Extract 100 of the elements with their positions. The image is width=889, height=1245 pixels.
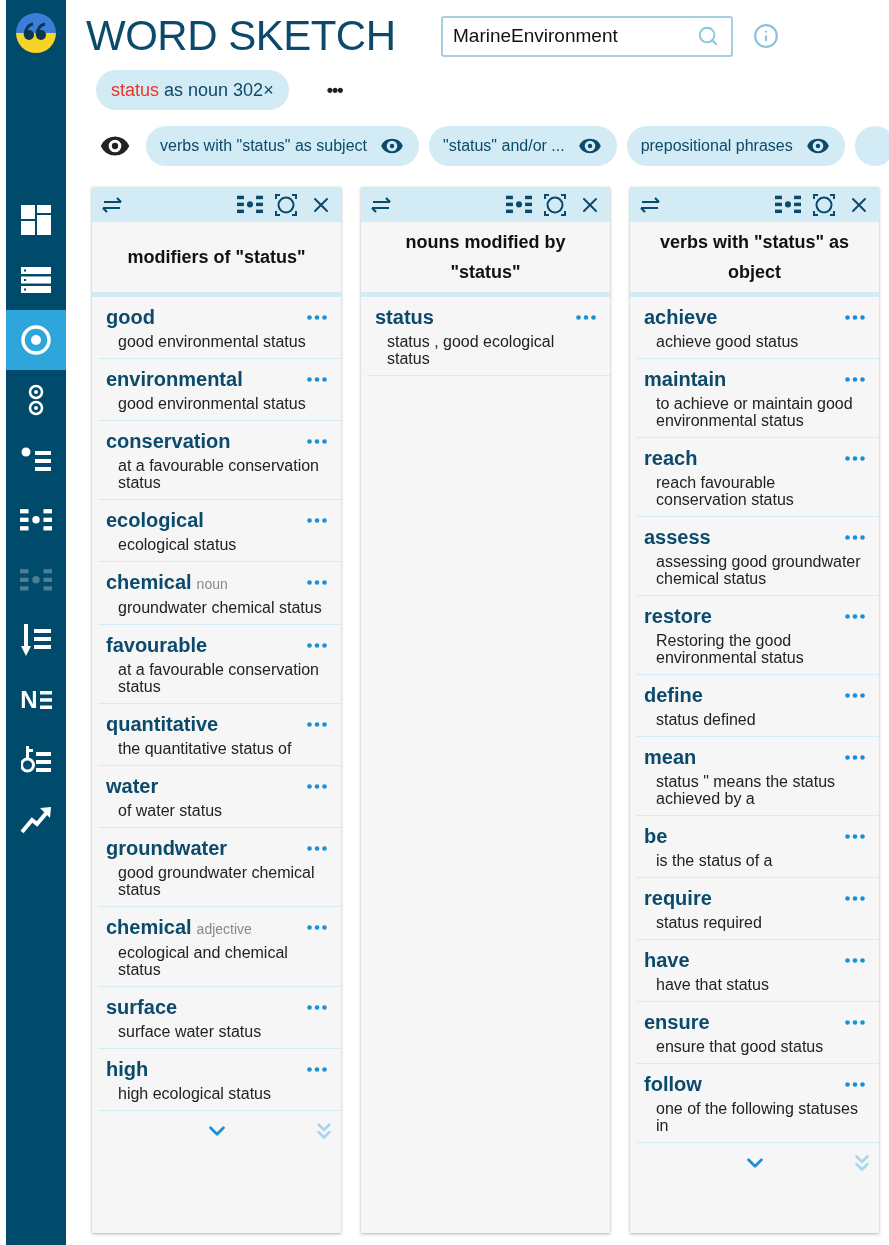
collocation-item[interactable]: favourable at a favourable conservation status — [98, 625, 341, 704]
collocation-item[interactable]: high high ecological status — [98, 1049, 341, 1111]
collocation-item[interactable]: ensure ensure that good status — [636, 1002, 879, 1064]
example-text: to achieve or maintain good environmental status — [655, 394, 854, 429]
query-chip[interactable]: status as noun 302× — [96, 70, 289, 110]
more-dots-icon[interactable] — [845, 534, 865, 540]
headword: maintain — [644, 367, 727, 391]
collocation-item[interactable]: good good environmental status — [98, 297, 341, 359]
word-list-icon — [237, 194, 263, 215]
collocation-item[interactable]: chemical adjective ecological and chemical status — [98, 907, 341, 987]
more-dots-icon[interactable] — [307, 783, 327, 789]
focus-icon[interactable] — [275, 193, 297, 216]
part-of-speech: adjective — [196, 920, 252, 939]
panel-title: nouns modified by "status" — [404, 231, 567, 284]
more-dots-icon[interactable] — [307, 517, 327, 523]
focus-icon[interactable] — [544, 193, 566, 216]
example-text: good environmental status — [117, 394, 307, 412]
example-text: surface water status — [117, 1022, 263, 1040]
headword: achieve — [644, 305, 718, 329]
headword: assess — [644, 525, 711, 549]
more-dots-icon[interactable] — [307, 1066, 327, 1072]
headword: chemical — [106, 570, 192, 594]
headword: require — [644, 886, 712, 910]
collocation-item[interactable]: quantitative the quantitative status of — [98, 704, 341, 766]
double-circle-icon — [28, 384, 44, 416]
collocation-item[interactable]: chemical noun groundwater chemical status — [98, 562, 341, 625]
collocation-item[interactable]: define status defined — [636, 675, 879, 737]
headword: conservation — [106, 429, 231, 453]
collocation-item[interactable]: follow one of the following statuses in — [636, 1064, 879, 1143]
example-text: good groundwater chemical status — [117, 863, 316, 898]
headword: environmental — [106, 367, 243, 391]
collocation-item[interactable]: ecological ecological status — [98, 500, 341, 562]
filter-chip[interactable]: prepositional phrases — [626, 126, 845, 166]
quote-logo-icon — [16, 13, 56, 53]
collocation-item[interactable]: groundwater good groundwater chemical status — [98, 828, 341, 907]
collocation-item[interactable]: mean status " means the status achieved by a — [636, 737, 879, 816]
more-dots-icon[interactable] — [307, 925, 327, 930]
more-dots-icon[interactable] — [845, 376, 865, 382]
more-dots-icon[interactable] — [845, 957, 865, 963]
more-menu[interactable]: ••• — [326, 76, 343, 104]
collocation-item[interactable]: assess assessing good groundwater chemical status — [636, 517, 879, 596]
focus-icon[interactable] — [813, 193, 835, 216]
more-dots-icon[interactable] — [576, 314, 596, 320]
collocation-item[interactable]: achieve achieve good status — [636, 297, 879, 359]
swap-arrows-icon[interactable] — [369, 196, 393, 213]
collocation-item[interactable]: maintain to achieve or maintain good environmental status — [636, 359, 879, 438]
swap-arrows-icon[interactable] — [100, 196, 124, 213]
more-dots-icon[interactable] — [845, 754, 865, 760]
more-dots-icon[interactable] — [307, 1004, 327, 1010]
word-list-icon — [20, 507, 52, 533]
collocation-item[interactable]: be is the status of a — [636, 816, 879, 878]
more-dots-icon[interactable] — [307, 438, 327, 444]
headword: water — [106, 774, 159, 798]
collocation-item[interactable]: reach reach favourable conservation status — [636, 438, 879, 517]
swap-arrows-icon[interactable] — [638, 196, 662, 213]
more-dots-icon[interactable] — [845, 1019, 865, 1025]
more-dots-icon[interactable] — [845, 1081, 865, 1087]
collocation-item[interactable]: status status , good ecological status — [367, 297, 610, 376]
sidebar-item[interactable]: N — [6, 670, 66, 730]
collocation-item[interactable]: environmental good environmental status — [98, 359, 341, 421]
example-text: one of the following statuses in — [655, 1099, 859, 1134]
word-list-icon — [506, 194, 532, 215]
headword: reach — [644, 446, 698, 470]
sort-down-icon — [21, 624, 51, 656]
headword: mean — [644, 745, 697, 769]
bullet-list-icon — [21, 447, 51, 473]
collocation-item[interactable]: restore Restoring the good environmental status — [636, 596, 879, 675]
headword: define — [644, 683, 703, 707]
example-text: status " means the status achieved by a — [655, 772, 837, 807]
headword: favourable — [106, 633, 208, 657]
more-dots-icon[interactable] — [845, 692, 865, 698]
more-dots-icon[interactable] — [307, 376, 327, 382]
collocation-item[interactable]: conservation at a favourable conservation status — [98, 421, 341, 500]
example-text: Restoring the good environmental status — [655, 631, 805, 666]
example-text: status required — [655, 913, 763, 931]
more-dots-icon[interactable] — [307, 314, 327, 320]
headword: high — [106, 1057, 149, 1081]
more-dots-icon[interactable] — [307, 642, 327, 648]
collocation-item[interactable]: require status required — [636, 878, 879, 940]
info-icon[interactable] — [753, 23, 779, 49]
example-text: ensure that good status — [655, 1037, 825, 1055]
more-dots-icon[interactable] — [845, 455, 865, 461]
search-field[interactable]: MarineEnvironment — [441, 15, 733, 57]
more-dots-icon[interactable] — [307, 845, 327, 851]
headword: surface — [106, 995, 178, 1019]
more-dots-icon[interactable] — [307, 580, 327, 585]
more-dots-icon[interactable] — [845, 613, 865, 619]
more-dots-icon[interactable] — [845, 314, 865, 320]
search-icon[interactable] — [697, 24, 719, 47]
filter-chip[interactable]: verbs with "status" as subject — [146, 126, 419, 166]
example-text: ecological status — [117, 535, 238, 553]
filter-chip[interactable]: "status" and/or ... — [429, 126, 617, 166]
page-title: WORD SKETCH — [86, 15, 397, 57]
collocation-item[interactable]: surface surface water status — [98, 987, 341, 1049]
collocation-item[interactable]: have have that status — [636, 940, 879, 1002]
more-dots-icon[interactable] — [845, 833, 865, 839]
example-text: status , good ecological status — [386, 332, 556, 367]
collocation-item[interactable]: water of water status — [98, 766, 341, 828]
more-dots-icon[interactable] — [845, 895, 865, 901]
more-dots-icon[interactable] — [307, 721, 327, 727]
